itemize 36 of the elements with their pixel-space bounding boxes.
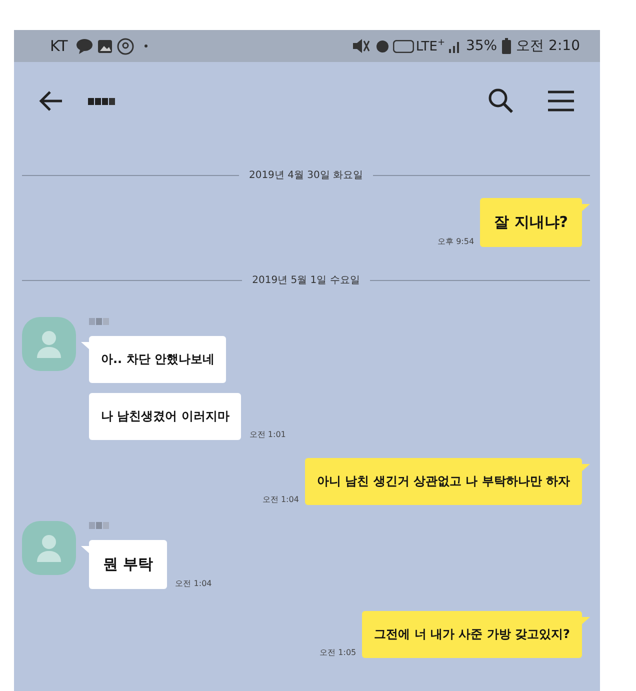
message-time: 오전 1:01 xyxy=(249,429,286,440)
speech-tail xyxy=(81,546,90,554)
mute-icon xyxy=(352,39,372,53)
received-message: 아.. 차단 안했나보네 xyxy=(89,336,226,383)
speech-tail xyxy=(581,464,590,472)
network-type: LTE$^{+}$ xyxy=(416,38,445,54)
back-button[interactable] xyxy=(38,90,64,112)
battery-icon xyxy=(502,38,512,54)
battery-percent: 35% xyxy=(466,38,498,54)
sent-message: 아니 남친 생긴거 상관없고 나 부탁하나만 하자 xyxy=(304,458,582,505)
image-icon xyxy=(98,40,112,52)
censored-name-drawing xyxy=(89,317,110,326)
person-icon xyxy=(35,533,63,563)
speech-tail xyxy=(81,342,90,350)
date-divider: 2019년 4월 30일 화요일 xyxy=(248,169,364,182)
speech-tail xyxy=(581,617,590,625)
carrier: KT xyxy=(50,37,68,55)
dot-icon xyxy=(144,44,148,48)
message-time: 오후 9:54 xyxy=(438,236,474,247)
received-message: 뭔 부탁 xyxy=(89,540,168,589)
circle-icon xyxy=(116,38,134,54)
chat-bubble-icon xyxy=(76,38,93,54)
censored-name-drawing xyxy=(89,521,110,530)
message-time: 오전 1:04 xyxy=(175,578,212,589)
sent-message: 그전에 너 내가 사준 가방 갖고있지? xyxy=(362,611,582,658)
speech-tail xyxy=(581,204,590,212)
sent-message: 잘 지내냐? xyxy=(480,198,582,247)
clock: 오전 2:10 xyxy=(516,37,580,55)
signal-icon xyxy=(448,39,462,53)
message-time: 오전 1:04 xyxy=(262,494,299,505)
search-button[interactable] xyxy=(488,88,514,114)
person-icon xyxy=(35,329,63,359)
message-time: 오전 1:05 xyxy=(320,647,356,658)
menu-button[interactable] xyxy=(548,90,574,112)
date-divider: 2019년 5월 1일 수요일 xyxy=(252,274,360,287)
received-message: 나 남친생겼어 이러지마 xyxy=(89,393,242,440)
